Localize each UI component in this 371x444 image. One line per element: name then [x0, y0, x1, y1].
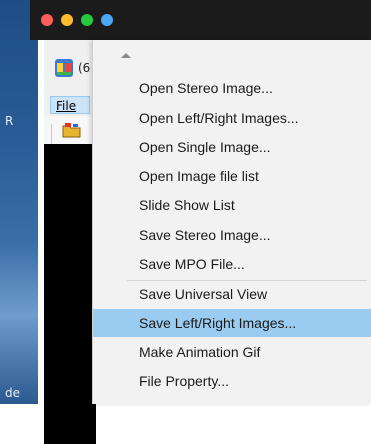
app-icon [54, 58, 74, 78]
window-titlebar[interactable] [30, 0, 371, 40]
menu-item-save-universal-view[interactable]: Save Universal View [93, 280, 371, 308]
maximize-window-button[interactable] [81, 14, 93, 26]
close-window-button[interactable] [41, 14, 53, 26]
menu-item-open-image-file-list[interactable]: Open Image file list [93, 162, 371, 190]
desktop-label-top: R [5, 114, 14, 128]
file-menu-dropdown: Open Stereo Image... Open Left/Right Ima… [92, 40, 371, 404]
menu-item-open-left-right-images[interactable]: Open Left/Right Images... [93, 104, 371, 132]
menu-item-open-stereo-image[interactable]: Open Stereo Image... [93, 74, 371, 102]
open-folder-icon[interactable] [62, 122, 82, 138]
desktop-background: R de [0, 0, 38, 404]
menu-file[interactable]: File [50, 96, 90, 114]
menu-item-save-mpo-file[interactable]: Save MPO File... [93, 250, 371, 278]
menu-item-make-animation-gif[interactable]: Make Animation Gif [93, 338, 371, 366]
menu-item-slide-show-list[interactable]: Slide Show List [93, 191, 371, 219]
menu-item-file-property[interactable]: File Property... [93, 367, 371, 395]
menu-item-save-stereo-image[interactable]: Save Stereo Image... [93, 221, 371, 249]
desktop-label-bottom: de [5, 386, 20, 400]
minimize-window-button[interactable] [61, 14, 73, 26]
window-title: (6 [78, 61, 91, 75]
menu-item-open-single-image[interactable]: Open Single Image... [93, 133, 371, 161]
menu-item-save-left-right-images[interactable]: Save Left/Right Images... [93, 309, 371, 337]
toolbar-separator [51, 124, 52, 144]
scroll-up-arrow-icon[interactable] [121, 53, 131, 58]
extra-window-button[interactable] [101, 14, 113, 26]
menu-file-label: File [56, 99, 77, 113]
image-view-area[interactable] [44, 144, 96, 444]
